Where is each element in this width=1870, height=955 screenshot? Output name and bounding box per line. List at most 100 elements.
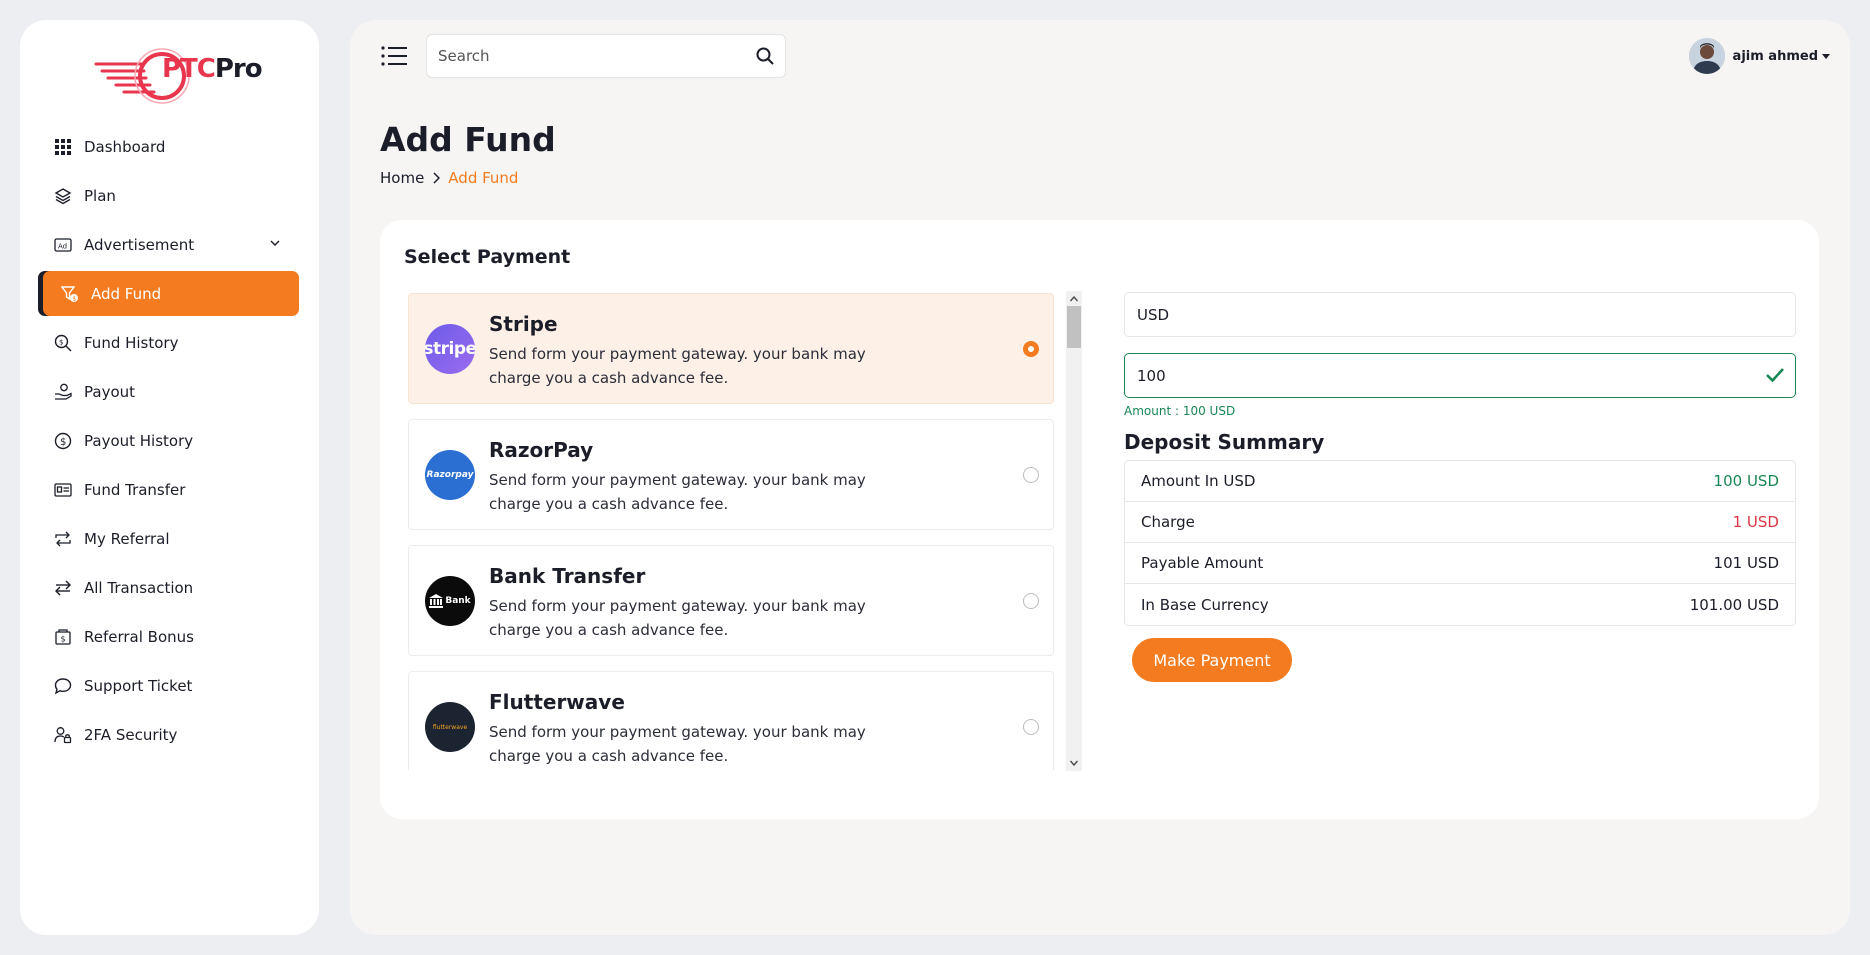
sidebar-nav: Dashboard Plan Ad Advertisement $ Add Fu… <box>20 122 319 759</box>
sidebar-item-label: Add Fund <box>91 284 162 303</box>
gateway-name: Stripe <box>489 312 558 336</box>
layers-icon <box>54 187 72 205</box>
search-input[interactable] <box>427 35 727 77</box>
bank-building-icon <box>429 594 444 608</box>
gateway-stripe[interactable]: stripe Stripe Send form your payment gat… <box>408 293 1054 404</box>
gateway-description: Send form your payment gateway. your ban… <box>489 597 866 639</box>
sidebar-item-advertisement[interactable]: Ad Advertisement <box>20 220 319 269</box>
search-dollar-icon: $ <box>54 334 72 352</box>
amount-value: 100 <box>1137 366 1166 385</box>
ad-icon: Ad <box>54 236 72 254</box>
summary-value: 1 USD <box>1732 513 1779 531</box>
grid-icon <box>54 138 72 156</box>
svg-text:$: $ <box>60 436 66 447</box>
stripe-logo: stripe <box>425 324 475 374</box>
avatar <box>1688 38 1725 74</box>
sidebar-item-label: My Referral <box>84 529 170 548</box>
sidebar-item-support-ticket[interactable]: Support Ticket <box>20 661 319 710</box>
scroll-down-icon[interactable] <box>1069 758 1079 768</box>
sidebar-item-label: Payout <box>84 382 136 401</box>
amount-field[interactable]: 100 <box>1124 353 1796 398</box>
svg-text:$: $ <box>59 338 63 346</box>
scroll-up-icon[interactable] <box>1069 294 1079 304</box>
bank-logo-text: Bank <box>445 596 471 606</box>
summary-row: Charge 1 USD <box>1125 502 1795 543</box>
gateway-flutterwave[interactable]: flutterwave Flutterwave Send form your p… <box>408 671 1054 770</box>
deposit-summary-title: Deposit Summary <box>1124 430 1325 454</box>
arrows-exchange-icon <box>54 579 72 597</box>
caret-down-icon <box>1822 53 1830 59</box>
make-payment-button[interactable]: Make Payment <box>1132 638 1292 682</box>
sidebar-item-label: Fund History <box>84 333 179 352</box>
gateway-name: Bank Transfer <box>489 564 646 588</box>
sidebar-item-label: Fund Transfer <box>84 480 186 499</box>
sidebar-item-dashboard[interactable]: Dashboard <box>20 122 319 171</box>
logo-pro: Pro <box>214 54 263 84</box>
gateway-razorpay[interactable]: Razorpay RazorPay Send form your payment… <box>408 419 1054 530</box>
chevron-down-icon[interactable] <box>269 237 281 249</box>
sidebar-item-fund-history[interactable]: $ Fund History <box>20 318 319 367</box>
breadcrumb-current: Add Fund <box>448 169 519 187</box>
summary-value: 101.00 USD <box>1689 595 1779 614</box>
gateway-radio[interactable] <box>1023 341 1039 357</box>
currency-field[interactable]: USD <box>1124 292 1796 337</box>
razorpay-logo-text: Razorpay <box>426 470 474 480</box>
logo-ptc: PTC <box>162 54 216 84</box>
sidebar-item-label: All Transaction <box>84 578 194 597</box>
sidebar-item-fund-transfer[interactable]: Fund Transfer <box>20 465 319 514</box>
ptcpro-logo[interactable]: PTCPro <box>92 36 263 104</box>
main-content: ajim ahmed Add Fund Home Add Fund Select… <box>350 20 1850 935</box>
chevron-right-icon <box>433 172 441 184</box>
svg-text:$: $ <box>61 634 66 643</box>
summary-label: Payable Amount <box>1141 554 1264 572</box>
id-card-icon <box>54 481 72 499</box>
search-icon[interactable] <box>755 46 775 66</box>
gateway-radio[interactable] <box>1023 593 1039 609</box>
gateway-name: RazorPay <box>489 438 594 462</box>
deposit-summary-table: Amount In USD 100 USD Charge 1 USD Payab… <box>1124 460 1796 626</box>
gateway-name: Flutterwave <box>489 690 625 714</box>
repeat-icon <box>54 530 72 548</box>
sidebar-item-label: Plan <box>84 186 116 205</box>
sidebar-item-my-referral[interactable]: My Referral <box>20 514 319 563</box>
deposit-form: USD 100 Amount : 100 USD Deposit Summary… <box>1124 292 1796 682</box>
sidebar-item-plan[interactable]: Plan <box>20 171 319 220</box>
hand-coin-icon <box>54 383 72 401</box>
breadcrumb-home[interactable]: Home <box>380 169 424 187</box>
sidebar-item-label: Payout History <box>84 431 194 450</box>
gateway-description: Send form your payment gateway. your ban… <box>489 345 866 387</box>
gateway-radio[interactable] <box>1023 467 1039 483</box>
gateway-radio[interactable] <box>1023 719 1039 735</box>
svg-text:Ad: Ad <box>58 242 67 250</box>
breadcrumb: Home Add Fund <box>380 169 518 187</box>
gateway-scrollbar[interactable] <box>1066 291 1082 771</box>
gateway-bank-transfer[interactable]: Bank Bank Transfer Send form your paymen… <box>408 545 1054 656</box>
sidebar-item-payout-history[interactable]: $ Payout History <box>20 416 319 465</box>
select-payment-title: Select Payment <box>404 246 571 268</box>
search-box <box>426 34 786 78</box>
sidebar-item-all-transaction[interactable]: All Transaction <box>20 563 319 612</box>
receipt-dollar-icon: $ <box>54 628 72 646</box>
summary-label: In Base Currency <box>1141 595 1269 614</box>
flutterwave-logo-text: flutterwave <box>432 723 468 731</box>
sidebar-item-add-fund[interactable]: $ Add Fund <box>43 271 299 316</box>
dollar-circle-icon: $ <box>54 432 72 450</box>
razorpay-logo: Razorpay <box>425 450 475 500</box>
sidebar-item-2fa-security[interactable]: 2FA Security <box>20 710 319 759</box>
sidebar-item-label: Advertisement <box>84 235 195 254</box>
scrollbar-thumb[interactable] <box>1067 306 1081 348</box>
sidebar-item-label: 2FA Security <box>84 725 178 744</box>
sidebar-item-referral-bonus[interactable]: $ Referral Bonus <box>20 612 319 661</box>
summary-row: Amount In USD 100 USD <box>1125 461 1795 502</box>
sidebar-item-payout[interactable]: Payout <box>20 367 319 416</box>
bank-logo: Bank <box>425 576 475 626</box>
gateway-description: Send form your payment gateway. your ban… <box>489 723 866 765</box>
gateway-list[interactable]: stripe Stripe Send form your payment gat… <box>408 293 1054 770</box>
checkmark-icon <box>1766 368 1784 383</box>
user-menu[interactable]: ajim ahmed <box>1688 38 1830 74</box>
chat-bubble-icon <box>54 677 72 695</box>
menu-list-icon[interactable] <box>380 44 408 68</box>
flutterwave-logo: flutterwave <box>425 702 475 752</box>
summary-label: Charge <box>1141 513 1195 531</box>
summary-value: 101 USD <box>1713 554 1779 572</box>
